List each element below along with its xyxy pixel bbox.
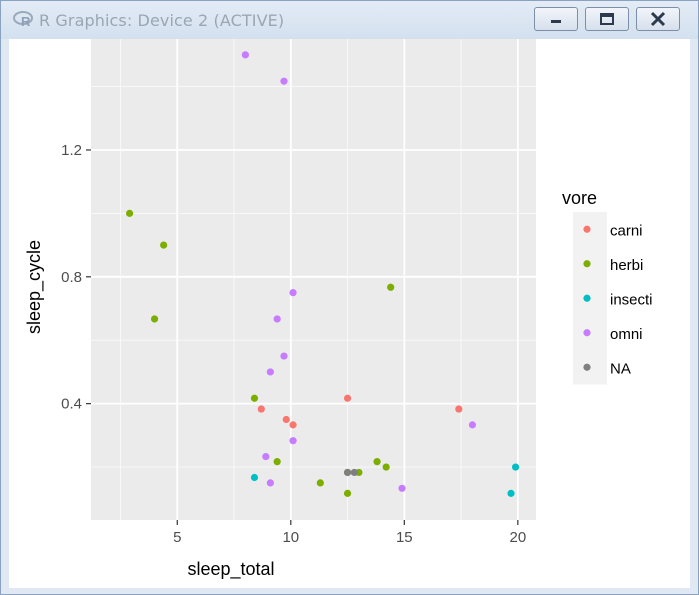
point-carni [289, 421, 297, 429]
point-omni [241, 51, 249, 59]
r-graphics-window: R R Graphics: Device 2 (ACTIVE) 5 10 15 20 … [0, 0, 699, 595]
legend-label: NA [610, 360, 631, 377]
x-tick-label: 5 [173, 529, 181, 546]
x-tick-label: 15 [396, 529, 413, 546]
point-omni [280, 77, 288, 85]
legend-label: insecti [610, 291, 653, 308]
point-omni [262, 452, 270, 461]
legend-label: herbi [610, 257, 643, 274]
x-tick-label: 20 [509, 529, 526, 546]
point-insecti [507, 489, 515, 497]
y-tick-label: 0.8 [61, 269, 82, 286]
r-logo-icon: R [13, 11, 33, 28]
point-omni [398, 484, 406, 492]
legend: vore carni herbi insecti omni NA [562, 188, 653, 385]
scatter-chart: 5 10 15 20 0.4 0.8 1.2 sleep_total sleep_cycl… [24, 39, 653, 580]
x-axis: 5 10 15 20 [173, 520, 526, 546]
title-bar[interactable]: R R Graphics: Device 2 (ACTIVE) [1, 1, 698, 39]
close-icon [650, 11, 666, 27]
point-herbi [387, 283, 395, 291]
x-tick-label: 10 [282, 529, 299, 546]
point-carni [343, 394, 352, 402]
point-omni [289, 437, 297, 445]
point-carni [257, 405, 265, 413]
point-herbi [150, 315, 159, 323]
legend-label: omni [610, 326, 643, 343]
minimize-icon [551, 20, 561, 23]
point-herbi [160, 241, 168, 249]
point-omni [468, 421, 477, 429]
point-omni [289, 289, 297, 297]
legend-label: carni [610, 222, 643, 239]
point-carni [455, 405, 463, 413]
point-omni [266, 479, 274, 487]
y-axis: 0.4 0.8 1.2 [61, 142, 91, 413]
svg-text:R: R [21, 14, 31, 28]
y-axis-label: sleep_cycle [24, 240, 45, 334]
close-button[interactable] [636, 7, 680, 31]
restore-button[interactable] [585, 7, 629, 31]
restore-icon [600, 13, 614, 25]
minimize-button[interactable] [534, 7, 578, 31]
point-omni [266, 368, 274, 376]
point-na [350, 468, 358, 477]
point-herbi [125, 209, 134, 217]
point-herbi [373, 458, 381, 466]
point-herbi [250, 394, 259, 402]
plot-panel [91, 39, 536, 520]
point-carni [282, 415, 290, 424]
plot-area: 5 10 15 20 0.4 0.8 1.2 sleep_total sleep_cycl… [9, 39, 690, 588]
point-insecti [511, 463, 520, 471]
legend-swatch [583, 329, 591, 337]
y-tick-label: 0.4 [61, 396, 82, 413]
legend-swatch [583, 363, 591, 371]
x-axis-label: sleep_total [187, 559, 274, 580]
point-herbi [273, 458, 281, 466]
legend-swatch [583, 260, 591, 268]
point-herbi [316, 479, 324, 487]
legend-swatch [583, 225, 591, 233]
y-tick-label: 1.2 [61, 142, 82, 159]
point-omni [280, 352, 288, 360]
legend-title: vore [562, 188, 597, 208]
legend-swatch [583, 294, 591, 302]
point-na [343, 468, 352, 477]
point-insecti [250, 473, 259, 482]
point-omni [273, 315, 281, 323]
point-herbi [382, 463, 390, 471]
point-herbi [343, 489, 352, 497]
window-title: R Graphics: Device 2 (ACTIVE) [39, 11, 285, 30]
